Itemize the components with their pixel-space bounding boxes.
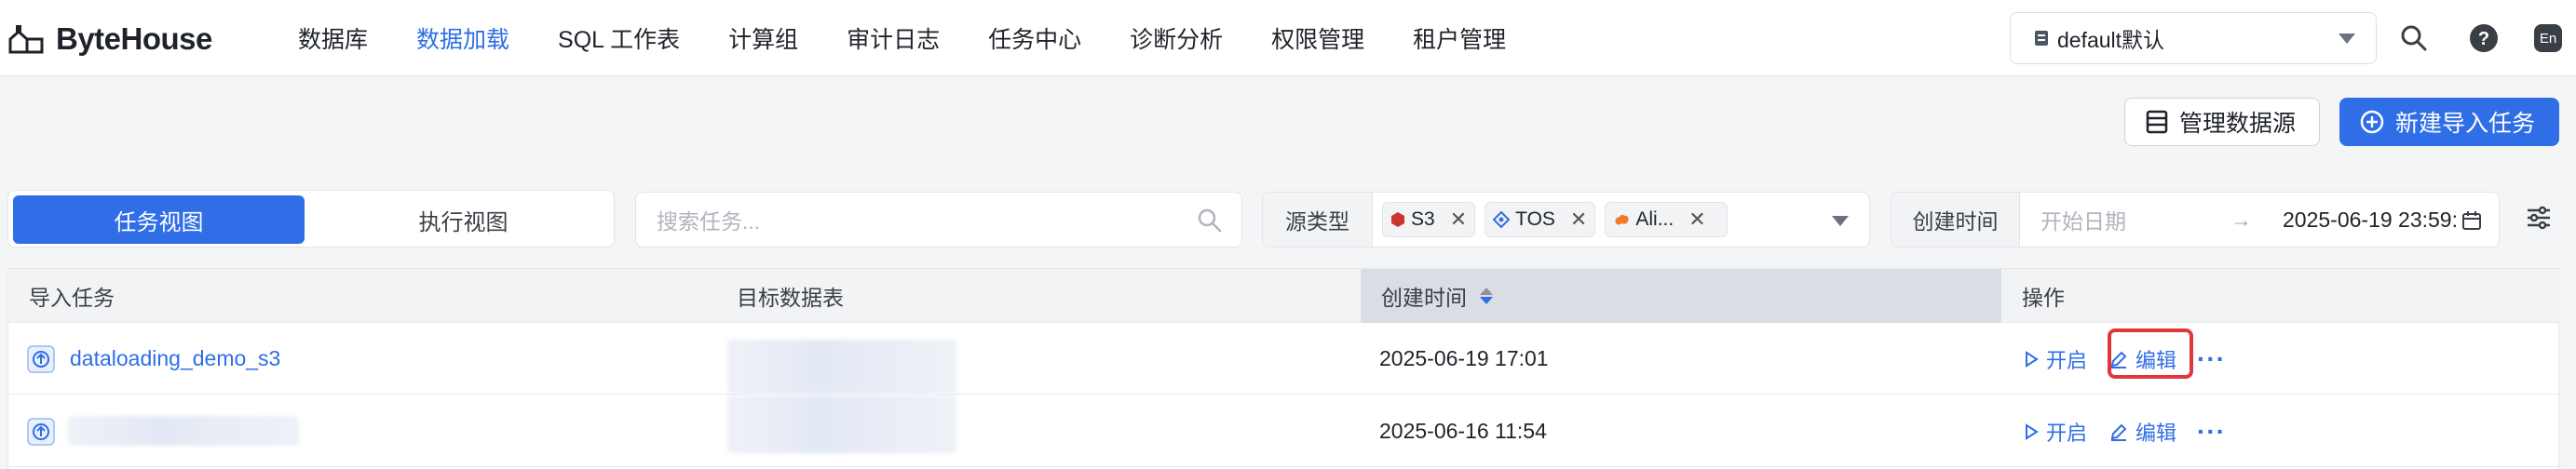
nav-item-task-center[interactable]: 任务中心 [988,21,1081,55]
database-icon [2035,31,2048,46]
nav-item-audit-log[interactable]: 审计日志 [847,21,940,55]
edit-icon [2110,423,2127,441]
close-icon[interactable]: ✕ [1688,208,1705,232]
range-arrow-icon: → [2230,207,2252,232]
edit-highlight [2108,328,2193,379]
source-tag-s3: S3 ✕ [1382,202,1476,237]
s3-icon [1391,212,1404,227]
column-header-task: 导入任务 [8,269,716,323]
edit-label: 编辑 [2135,421,2177,445]
table-header: 导入任务 目标数据表 创建时间 操作 [8,269,2560,323]
nav-item-diagnostics[interactable]: 诊断分析 [1130,21,1223,55]
more-icon[interactable]: ··· [2197,417,2226,447]
created-time-label: 创建时间 [1891,193,2020,247]
aliyun-icon [1615,214,1629,225]
nav-item-sql-worksheet[interactable]: SQL 工作表 [558,21,680,55]
close-icon[interactable]: ✕ [1450,208,1467,232]
task-cell: dataloading_demo_s3 [27,323,280,395]
source-tag-ali: Ali... ✕ [1605,202,1729,237]
language-switch[interactable]: En [2531,21,2565,55]
column-header-target-table: 目标数据表 [716,269,1368,323]
source-type-label: 源类型 [1263,193,1373,247]
bytehouse-logo-icon [8,25,44,54]
filter-settings-icon[interactable] [2526,205,2552,231]
created-time-cell: 2025-06-16 11:54 [1379,419,1547,443]
created-time-range[interactable]: 创建时间 开始日期 → 2025-06-19 23:59: [1891,192,2500,248]
nav-item-permissions[interactable]: 权限管理 [1271,21,1364,55]
play-icon [2026,422,2039,440]
search-placeholder: 搜索任务... [657,209,761,234]
import-task-icon [27,417,55,446]
created-time-cell: 2025-06-19 17:01 [1379,346,1549,370]
play-icon [2026,350,2039,368]
language-label: En [2539,30,2557,47]
table-row: 2025-06-16 11:54 开启 编辑 ··· [8,395,2560,467]
chevron-down-icon [2339,34,2355,44]
end-date-input[interactable]: 2025-06-19 23:59: [2283,208,2458,233]
start-label: 开启 [2046,348,2088,372]
target-table-redacted [727,340,956,394]
top-navigation-bar: ByteHouse 数据库 数据加载 SQL 工作表 计算组 审计日志 任务中心… [0,0,2576,76]
plus-circle-icon [2360,110,2384,134]
database-select[interactable]: default默认 [2010,12,2377,64]
logo[interactable]: ByteHouse [7,19,212,60]
nav-item-database[interactable]: 数据库 [298,21,368,55]
start-label: 开启 [2046,421,2088,445]
close-icon[interactable]: ✕ [1570,208,1587,232]
import-task-icon [27,344,55,373]
calendar-icon [2462,211,2481,230]
source-tag-label: S3 [1411,208,1435,230]
sort-icon[interactable] [1480,288,1493,304]
task-search-input[interactable]: 搜索任务... [635,192,1242,248]
column-header-actions: 操作 [2001,269,2560,323]
new-import-task-button[interactable]: 新建导入任务 [2339,98,2559,146]
search-icon[interactable] [2397,21,2431,55]
manage-data-source-button[interactable]: 管理数据源 [2124,98,2320,146]
server-icon [2146,110,2168,134]
chevron-down-icon [1832,216,1849,226]
new-import-task-label: 新建导入任务 [2395,111,2536,137]
column-header-label: 目标数据表 [737,286,844,310]
tab-execution-view[interactable]: 执行视图 [318,195,609,244]
more-icon[interactable]: ··· [2197,344,2226,374]
actions-cell: 开启 编辑 ··· [2024,395,2226,467]
source-tag-tos: TOS ✕ [1485,202,1596,237]
start-button[interactable]: 开启 [2024,344,2087,374]
edit-button[interactable]: 编辑 [2109,417,2176,447]
source-type-select[interactable]: 源类型 S3 ✕ TOS ✕ Ali... ✕ [1262,192,1870,248]
view-switch: 任务视图 执行视图 [7,190,615,248]
nav-item-compute-group[interactable]: 计算组 [728,21,798,55]
main-nav: 数据库 数据加载 SQL 工作表 计算组 审计日志 任务中心 诊断分析 权限管理… [298,0,1554,76]
tos-icon [1493,211,1511,228]
start-date-input[interactable]: 开始日期 [2040,204,2217,235]
column-header-label: 创建时间 [1381,286,1467,310]
start-button[interactable]: 开启 [2024,417,2087,447]
nav-item-tenant[interactable]: 租户管理 [1413,21,1506,55]
column-header-label: 导入任务 [29,286,115,310]
database-select-value: default默认 [2057,28,2165,52]
help-icon[interactable]: ? [2467,21,2501,55]
task-cell [27,395,70,467]
svg-text:?: ? [2478,29,2489,49]
column-header-label: 操作 [2022,286,2065,310]
task-name-redacted [68,416,299,446]
target-table-redacted [727,395,956,453]
tab-task-view[interactable]: 任务视图 [13,195,305,244]
source-tag-label: Ali... [1635,208,1674,230]
table-row: dataloading_demo_s3 2025-06-19 17:01 开启 … [8,323,2560,395]
task-name-link[interactable]: dataloading_demo_s3 [70,346,280,371]
logo-text: ByteHouse [56,21,212,56]
search-icon [1198,208,1222,233]
source-tag-label: TOS [1515,208,1555,230]
nav-item-data-loading[interactable]: 数据加载 [416,21,509,55]
manage-data-source-label: 管理数据源 [2179,111,2297,137]
import-task-table: 导入任务 目标数据表 创建时间 操作 dataloading_demo_s3 2… [7,268,2560,469]
column-header-created-time[interactable]: 创建时间 [1361,269,2001,323]
